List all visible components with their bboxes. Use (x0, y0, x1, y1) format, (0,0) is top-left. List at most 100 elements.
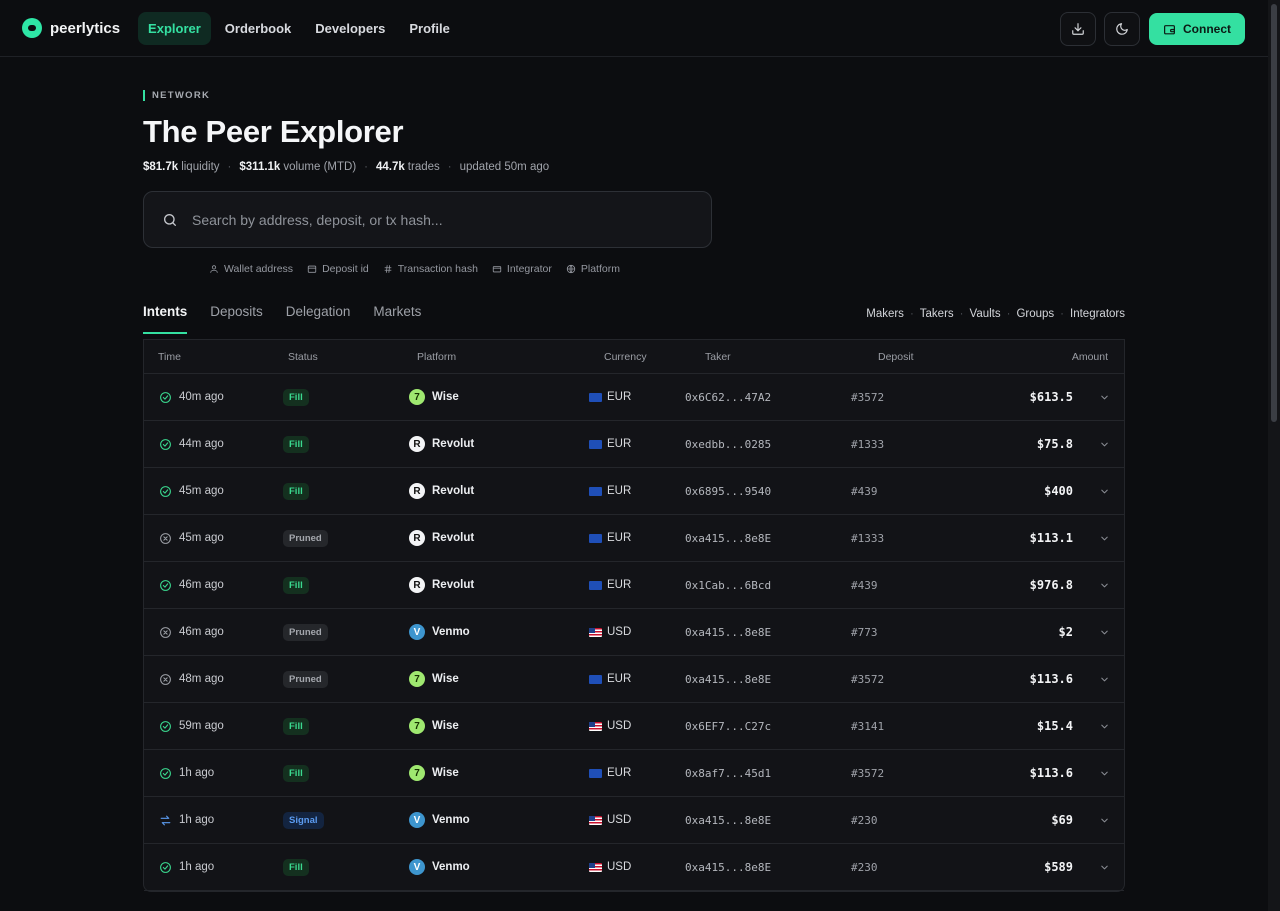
platform-cell: 7 Wise (409, 703, 459, 749)
link-separator: · (1060, 308, 1065, 320)
platform-name: Revolut (432, 532, 475, 544)
nav-developers[interactable]: Developers (305, 12, 395, 45)
link-groups[interactable]: Groups (1016, 308, 1054, 320)
expand-row-button[interactable] (1099, 468, 1110, 514)
time-cell: 46m ago (159, 609, 224, 655)
deposit-id[interactable]: #1333 (851, 515, 884, 561)
table-row[interactable]: 48m ago Pruned 7 Wise EUR 0xa415...8e8E #3572 $… (144, 656, 1124, 703)
taker-address[interactable]: 0xa415...8e8E (685, 609, 771, 655)
tab-deposits[interactable]: Deposits (210, 304, 263, 334)
swap-icon (159, 814, 172, 827)
nav-orderbook[interactable]: Orderbook (215, 12, 301, 45)
taker-address[interactable]: 0x6EF7...C27c (685, 703, 771, 749)
filter-label: Deposit id (322, 263, 369, 275)
table-row[interactable]: 45m ago Pruned R Revolut EUR 0xa415...8e8E #13… (144, 515, 1124, 562)
expand-row-button[interactable] (1099, 797, 1110, 843)
column-header-status[interactable]: Status (288, 351, 318, 363)
status-badge: Pruned (283, 670, 328, 688)
filter-integrator[interactable]: Integrator (492, 263, 552, 275)
tab-intents[interactable]: Intents (143, 304, 188, 334)
table-row[interactable]: 59m ago Fill 7 Wise USD 0x6EF7...C27c #3141 $15… (144, 703, 1124, 750)
revolut-logo-icon: R (409, 436, 425, 452)
status-badge: Pruned (283, 623, 328, 641)
table-row[interactable]: 46m ago Fill R Revolut EUR 0x1Cab...6Bcd #439 $… (144, 562, 1124, 609)
expand-row-button[interactable] (1099, 421, 1110, 467)
taker-address[interactable]: 0xa415...8e8E (685, 844, 771, 890)
platform-cell: R Revolut (409, 515, 474, 561)
nav-profile[interactable]: Profile (399, 12, 459, 45)
table-row[interactable]: 44m ago Fill R Revolut EUR 0xedbb...0285 #1333… (144, 421, 1124, 468)
theme-toggle-button[interactable] (1104, 12, 1140, 46)
filter-wallet-address[interactable]: Wallet address (209, 263, 293, 275)
table-row[interactable]: 46m ago Pruned V Venmo USD 0xa415...8e8E #773 $… (144, 609, 1124, 656)
filter-deposit-id[interactable]: Deposit id (307, 263, 369, 275)
deposit-id[interactable]: #3572 (851, 750, 884, 796)
taker-address[interactable]: 0x1Cab...6Bcd (685, 562, 771, 608)
deposit-id[interactable]: #230 (851, 844, 878, 890)
link-vaults[interactable]: Vaults (970, 308, 1001, 320)
expand-row-button[interactable] (1099, 703, 1110, 749)
deposit-id[interactable]: #439 (851, 562, 878, 608)
expand-row-button[interactable] (1099, 750, 1110, 796)
table-row[interactable]: 45m ago Fill R Revolut EUR 0x6895...9540 #439 $… (144, 468, 1124, 515)
deposit-id[interactable]: #439 (851, 468, 878, 514)
filter-transaction-hash[interactable]: Transaction hash (383, 263, 478, 275)
deposit-id[interactable]: #230 (851, 797, 878, 843)
column-header-amount[interactable]: Amount (1072, 351, 1108, 363)
taker-address[interactable]: 0xa415...8e8E (685, 515, 771, 561)
deposit-id[interactable]: #3572 (851, 656, 884, 702)
scrollbar-thumb[interactable] (1271, 4, 1277, 422)
page-scrollbar[interactable] (1268, 0, 1280, 911)
logo[interactable]: peerlytics (22, 18, 120, 38)
table-row[interactable]: 1h ago Fill 7 Wise EUR 0x8af7...45d1 #3572 $113… (144, 750, 1124, 797)
connect-button[interactable]: Connect (1149, 13, 1245, 45)
table-row[interactable]: 40m ago Fill 7 Wise EUR 0x6C62...47A2 #3572 $61… (144, 374, 1124, 421)
check-circle-icon (159, 579, 172, 592)
deposit-id[interactable]: #773 (851, 609, 878, 655)
column-header-taker[interactable]: Taker (705, 351, 731, 363)
search-box[interactable] (143, 191, 712, 248)
link-takers[interactable]: Takers (920, 308, 954, 320)
expand-row-button[interactable] (1099, 844, 1110, 890)
tab-delegation[interactable]: Delegation (286, 304, 351, 334)
link-integrators[interactable]: Integrators (1070, 308, 1125, 320)
status-cell: Pruned (283, 515, 328, 561)
us-flag-icon (589, 721, 602, 731)
expand-row-button[interactable] (1099, 609, 1110, 655)
column-header-platform[interactable]: Platform (417, 351, 456, 363)
status-cell: Pruned (283, 656, 328, 702)
deposit-id[interactable]: #3572 (851, 374, 884, 420)
x-circle-icon (159, 532, 172, 545)
taker-address[interactable]: 0x6C62...47A2 (685, 374, 771, 420)
platform-name: Revolut (432, 438, 475, 450)
currency-cell: EUR (589, 562, 631, 608)
status-cell: Fill (283, 750, 309, 796)
taker-address[interactable]: 0xa415...8e8E (685, 797, 771, 843)
deposit-id[interactable]: #1333 (851, 421, 884, 467)
column-header-currency[interactable]: Currency (604, 351, 647, 363)
nav-explorer[interactable]: Explorer (138, 11, 211, 45)
wise-logo-icon: 7 (409, 671, 425, 687)
column-header-deposit[interactable]: Deposit (878, 351, 914, 363)
search-input[interactable] (192, 211, 672, 228)
expand-row-button[interactable] (1099, 374, 1110, 420)
filter-platform[interactable]: Platform (566, 263, 620, 275)
tab-markets[interactable]: Markets (373, 304, 421, 334)
expand-row-button[interactable] (1099, 515, 1110, 561)
wallet-icon (1164, 24, 1175, 34)
amount-value: $976.8 (1029, 578, 1073, 592)
expand-row-button[interactable] (1099, 656, 1110, 702)
deposit-id[interactable]: #3141 (851, 703, 884, 749)
download-button[interactable] (1060, 12, 1096, 46)
taker-address[interactable]: 0xa415...8e8E (685, 656, 771, 702)
column-header-time[interactable]: Time (158, 351, 181, 363)
link-makers[interactable]: Makers (866, 308, 904, 320)
time-cell: 1h ago (159, 844, 214, 890)
amount-value: $15.4 (1036, 719, 1073, 733)
taker-address[interactable]: 0x6895...9540 (685, 468, 771, 514)
table-row[interactable]: 1h ago Signal V Venmo USD 0xa415...8e8E #230 $6… (144, 797, 1124, 844)
taker-address[interactable]: 0x8af7...45d1 (685, 750, 771, 796)
expand-row-button[interactable] (1099, 562, 1110, 608)
taker-address[interactable]: 0xedbb...0285 (685, 421, 771, 467)
table-row[interactable]: 1h ago Fill V Venmo USD 0xa415...8e8E #230 $589 (144, 844, 1124, 891)
